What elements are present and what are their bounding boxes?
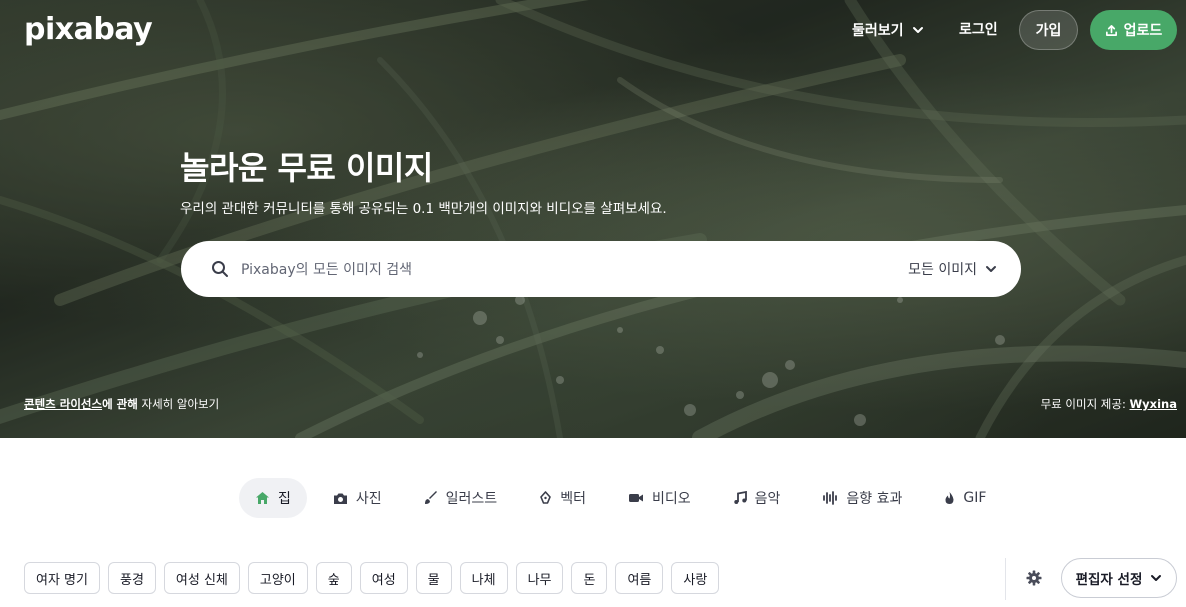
search-filter-label: 모든 이미지 xyxy=(908,262,977,278)
credit-prefix: 무료 이미지 제공: xyxy=(1040,397,1130,411)
hero-title: 놀라운 무료 이미지 xyxy=(180,149,433,187)
search-bar[interactable]: Pixabay의 모든 이미지 검색 모든 이미지 xyxy=(181,241,1021,297)
tag-chip[interactable]: 물 xyxy=(415,562,452,594)
tag-chip[interactable]: 나무 xyxy=(515,562,564,594)
toolbar-divider xyxy=(1005,558,1006,600)
tab-label: 사진 xyxy=(355,491,382,507)
media-type-tabs: 집 사진 일러스트 벡터 비디오 음악 음향 효과 GIF xyxy=(239,478,1012,518)
tag-chip[interactable]: 고양이 xyxy=(247,562,308,594)
hero-overlay xyxy=(0,0,1186,438)
hero-subtitle: 우리의 관대한 커뮤니티를 통해 공유되는 0.1 백만개의 이미지와 비디오를… xyxy=(180,201,667,217)
sound-wave-icon xyxy=(822,491,838,505)
tab-gif[interactable]: GIF xyxy=(928,478,1002,518)
upload-label: 업로드 xyxy=(1123,23,1163,39)
tag-chip[interactable]: 사랑 xyxy=(671,562,720,594)
search-filter-dropdown[interactable]: 모든 이미지 xyxy=(908,259,997,279)
tag-chip[interactable]: 여성 신체 xyxy=(163,562,240,594)
join-button[interactable]: 가입 xyxy=(1019,10,1078,50)
sort-label: 편집자 선정 xyxy=(1075,572,1143,588)
license-bold-text: 에 관해 xyxy=(102,397,138,411)
music-note-icon xyxy=(733,491,747,505)
search-input[interactable]: Pixabay의 모든 이미지 검색 xyxy=(241,259,908,279)
tab-label: 비디오 xyxy=(651,491,691,507)
sort-dropdown[interactable]: 편집자 선정 xyxy=(1061,558,1177,598)
explore-label: 둘러보기 xyxy=(852,23,904,39)
tab-label: 벡터 xyxy=(560,491,586,507)
tab-vectors[interactable]: 벡터 xyxy=(523,478,602,518)
tag-chip[interactable]: 돈 xyxy=(571,562,608,594)
tag-chip[interactable]: 나체 xyxy=(459,562,508,594)
tab-label: 일러스트 xyxy=(445,491,498,507)
flame-icon xyxy=(944,491,955,505)
tab-sound-effects[interactable]: 음향 효과 xyxy=(806,478,918,518)
tab-label: 음향 효과 xyxy=(846,491,903,507)
login-link[interactable]: 로그인 xyxy=(959,19,998,41)
chevron-down-icon xyxy=(912,24,924,36)
camera-icon xyxy=(333,492,348,505)
license-rest-text: 자세히 알아보기 xyxy=(137,397,220,411)
upload-button[interactable]: 업로드 xyxy=(1090,10,1177,50)
tab-photos[interactable]: 사진 xyxy=(317,478,398,518)
tab-label: GIF xyxy=(963,490,987,506)
tag-chip-list: 여자 명기 풍경 여성 신체 고양이 숲 여성 물 나체 나무 돈 여름 사랑 xyxy=(24,562,720,594)
content-license-link[interactable]: 콘텐츠 라이선스 xyxy=(24,397,102,411)
video-camera-icon xyxy=(628,492,644,504)
pen-nib-icon xyxy=(539,491,552,505)
pixabay-logo[interactable]: pixabay xyxy=(24,12,153,47)
tag-chip[interactable]: 여자 명기 xyxy=(24,562,100,594)
tab-illustrations[interactable]: 일러스트 xyxy=(408,478,514,518)
search-icon[interactable] xyxy=(211,260,229,278)
license-notice: 콘텐츠 라이선스에 관해 자세히 알아보기 xyxy=(24,396,219,412)
upload-icon xyxy=(1105,24,1118,37)
credit-author-link[interactable]: Wyxina xyxy=(1130,397,1178,411)
brush-icon xyxy=(424,491,438,505)
tag-chip[interactable]: 여성 xyxy=(359,562,408,594)
filter-settings-button[interactable] xyxy=(1020,563,1048,593)
tab-music[interactable]: 음악 xyxy=(717,478,797,518)
chevron-down-icon xyxy=(1150,572,1162,584)
tag-chip[interactable]: 여름 xyxy=(615,562,664,594)
tag-chip[interactable]: 숲 xyxy=(315,562,352,594)
tab-label: 집 xyxy=(278,491,291,507)
tab-label: 음악 xyxy=(754,491,781,507)
hero-banner xyxy=(0,0,1186,438)
home-icon xyxy=(255,491,270,505)
gear-icon xyxy=(1026,570,1042,586)
chevron-down-icon xyxy=(985,263,997,275)
tab-videos[interactable]: 비디오 xyxy=(612,478,707,518)
tab-home[interactable]: 집 xyxy=(239,478,307,518)
image-credit: 무료 이미지 제공: Wyxina xyxy=(1041,396,1177,412)
tag-chip[interactable]: 풍경 xyxy=(107,562,156,594)
explore-menu[interactable]: 둘러보기 xyxy=(852,19,924,41)
